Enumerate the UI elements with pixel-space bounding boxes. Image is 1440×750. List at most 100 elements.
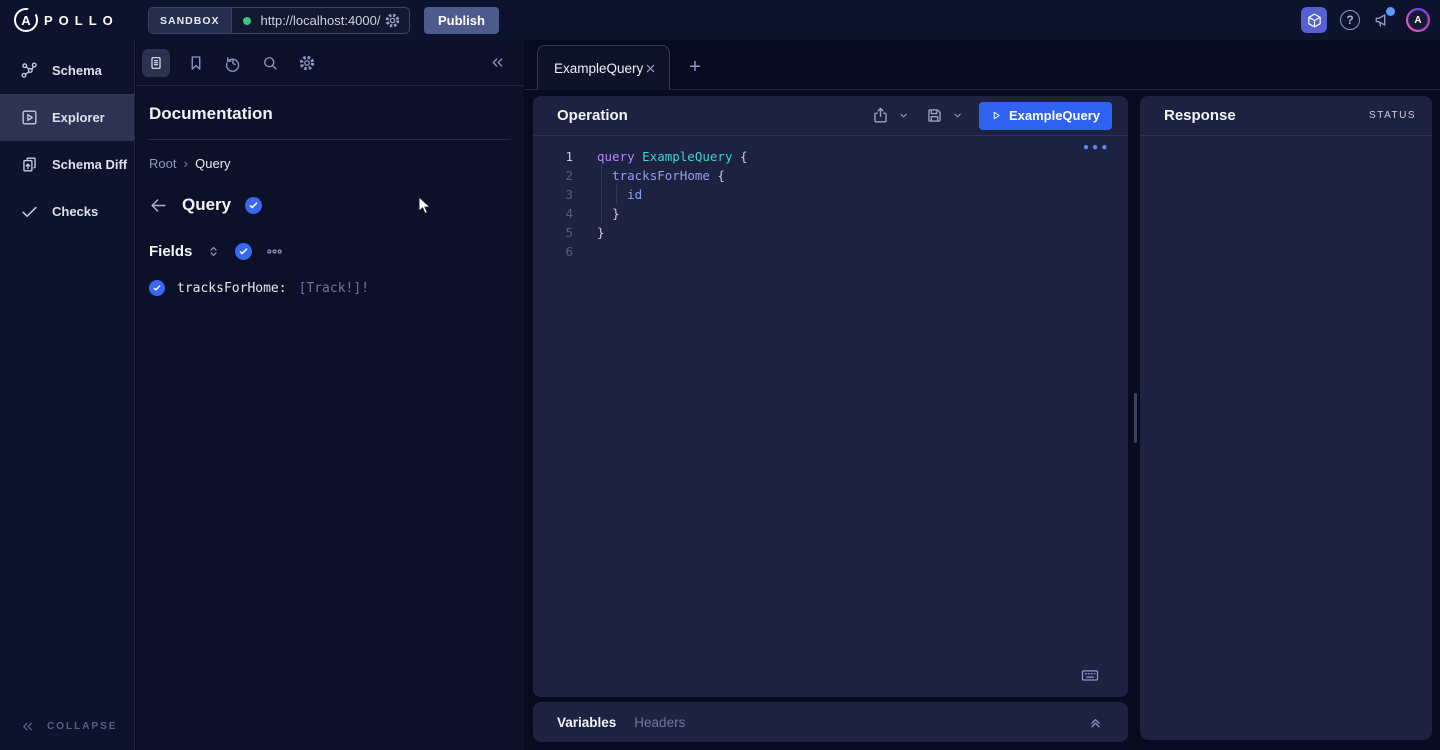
save-dropdown-chevron-icon[interactable]: [952, 110, 963, 121]
chevron-right-icon: ›: [183, 155, 188, 171]
history-button[interactable]: [222, 52, 244, 74]
run-button-label: ExampleQuery: [1009, 108, 1100, 123]
avatar-letter: A: [1408, 10, 1428, 30]
gear-icon: [298, 54, 316, 72]
sidebar-item-schema-diff[interactable]: Schema Diff: [0, 141, 134, 188]
documentation-panel: Documentation Root › Query Query Fields: [136, 40, 524, 750]
breadcrumb: Root › Query: [149, 155, 511, 171]
sidebar-item-schema[interactable]: Schema: [0, 47, 134, 94]
endpoint-settings-gear-icon[interactable]: [384, 12, 401, 29]
docs-toolbar: [136, 40, 524, 86]
apollo-logo-letter: A: [21, 13, 30, 28]
sidebar-item-label: Checks: [52, 204, 98, 219]
select-all-fields-check-icon[interactable]: [235, 243, 252, 260]
double-chevron-left-icon: [489, 54, 506, 71]
connection-status-dot: [243, 17, 251, 25]
user-avatar[interactable]: A: [1406, 8, 1430, 32]
left-nav-sidebar: Schema Explorer Schema Diff: [0, 40, 135, 750]
new-tab-button[interactable]: +: [680, 52, 710, 82]
back-arrow-icon[interactable]: [149, 196, 168, 215]
topbar-right-actions: ? A: [1301, 0, 1430, 40]
field-name[interactable]: tracksForHome:: [177, 281, 287, 296]
checks-icon: [20, 202, 39, 221]
panel-resize-handle[interactable]: [1134, 393, 1137, 443]
cube-icon: [1306, 12, 1323, 29]
more-options-icon[interactable]: [265, 242, 284, 261]
variables-headers-bar: Variables Headers: [533, 702, 1128, 742]
collapse-label: COLLAPSE: [47, 721, 117, 732]
main-workspace: ExampleQuery + Operation: [525, 40, 1440, 750]
indent-guide: [616, 185, 617, 204]
fields-label: Fields: [149, 243, 192, 260]
close-tab-icon[interactable]: [644, 62, 657, 75]
editor-gutter: 123456: [533, 147, 573, 261]
explorer-icon: [20, 108, 39, 127]
notification-dot: [1386, 7, 1395, 16]
sandbox-mode-button[interactable]: [1301, 7, 1327, 33]
field-type-link[interactable]: [Track!]!: [299, 281, 369, 296]
share-dropdown-chevron-icon[interactable]: [898, 110, 909, 121]
collapse-sidebar-button[interactable]: COLLAPSE: [20, 719, 117, 734]
editor-code[interactable]: query ExampleQuery { tracksForHome { id …: [597, 147, 748, 261]
save-icon[interactable]: [925, 106, 944, 125]
breadcrumb-current: Query: [195, 156, 230, 171]
tab-headers[interactable]: Headers: [634, 715, 685, 730]
response-title: Response: [1164, 107, 1236, 124]
sidebar-item-label: Schema Diff: [52, 157, 127, 172]
apollo-logo: A POLLO: [14, 8, 119, 32]
documentation-tab-button[interactable]: [142, 49, 170, 77]
collapse-docs-panel-button[interactable]: [486, 52, 508, 74]
documentation-icon: [148, 55, 164, 71]
field-selected-check-icon[interactable]: [149, 280, 165, 296]
sandbox-badge[interactable]: SANDBOX: [149, 8, 232, 33]
type-heading: Query: [182, 195, 231, 215]
endpoint-bar: SANDBOX http://localhost:4000/: [148, 7, 410, 34]
history-icon: [224, 54, 242, 72]
type-selected-check-icon[interactable]: [245, 197, 262, 214]
indent-guide: [601, 166, 602, 223]
bookmarks-button[interactable]: [185, 52, 207, 74]
run-operation-button[interactable]: ExampleQuery: [979, 102, 1112, 130]
operation-panel: Operation: [533, 96, 1128, 697]
run-triangle-icon: [991, 110, 1002, 121]
sidebar-item-label: Explorer: [52, 110, 105, 125]
sidebar-item-explorer[interactable]: Explorer: [0, 94, 134, 141]
fields-section-header: Fields: [149, 242, 511, 261]
search-icon: [261, 54, 279, 72]
expand-panel-chevron-icon[interactable]: [1087, 714, 1104, 731]
keyboard-shortcuts-icon[interactable]: [1080, 665, 1100, 685]
field-row-tracksForHome[interactable]: tracksForHome: [Track!]!: [149, 280, 511, 296]
operation-tab-bar: ExampleQuery +: [525, 40, 1440, 90]
search-button[interactable]: [259, 52, 281, 74]
top-bar: A POLLO SANDBOX http://localhost:4000/ P…: [0, 0, 1440, 40]
response-panel: Response STATUS: [1140, 96, 1432, 740]
apollo-logo-text: POLLO: [44, 13, 119, 28]
publish-button[interactable]: Publish: [424, 7, 499, 34]
type-heading-row: Query: [149, 195, 511, 215]
expand-collapse-icon[interactable]: [205, 243, 222, 260]
announcements-button[interactable]: [1373, 10, 1393, 30]
endpoint-url-input[interactable]: http://localhost:4000/: [261, 13, 384, 28]
sidebar-item-label: Schema: [52, 63, 102, 78]
explorer-settings-button[interactable]: [296, 52, 318, 74]
operation-panel-header: Operation: [533, 96, 1128, 136]
share-icon[interactable]: [871, 106, 890, 125]
schema-diff-icon: [20, 155, 39, 174]
sidebar-item-checks[interactable]: Checks: [0, 188, 134, 235]
help-button[interactable]: ?: [1340, 10, 1360, 30]
operation-title: Operation: [557, 107, 628, 124]
response-panel-header: Response STATUS: [1140, 96, 1432, 136]
bookmark-icon: [187, 54, 205, 72]
editor-overflow-menu-icon[interactable]: •••: [1082, 141, 1110, 155]
double-chevron-left-icon: [20, 719, 35, 734]
breadcrumb-root-link[interactable]: Root: [149, 156, 176, 171]
docs-panel-title: Documentation: [149, 104, 511, 140]
graphql-editor[interactable]: 123456 query ExampleQuery { tracksForHom…: [533, 137, 1128, 697]
tab-example-query[interactable]: ExampleQuery: [537, 45, 670, 90]
tab-variables[interactable]: Variables: [557, 715, 616, 730]
mouse-cursor: [418, 196, 432, 216]
schema-icon: [20, 61, 39, 80]
tab-label: ExampleQuery: [554, 61, 644, 76]
question-mark-icon: ?: [1346, 13, 1353, 27]
status-label: STATUS: [1369, 110, 1416, 121]
